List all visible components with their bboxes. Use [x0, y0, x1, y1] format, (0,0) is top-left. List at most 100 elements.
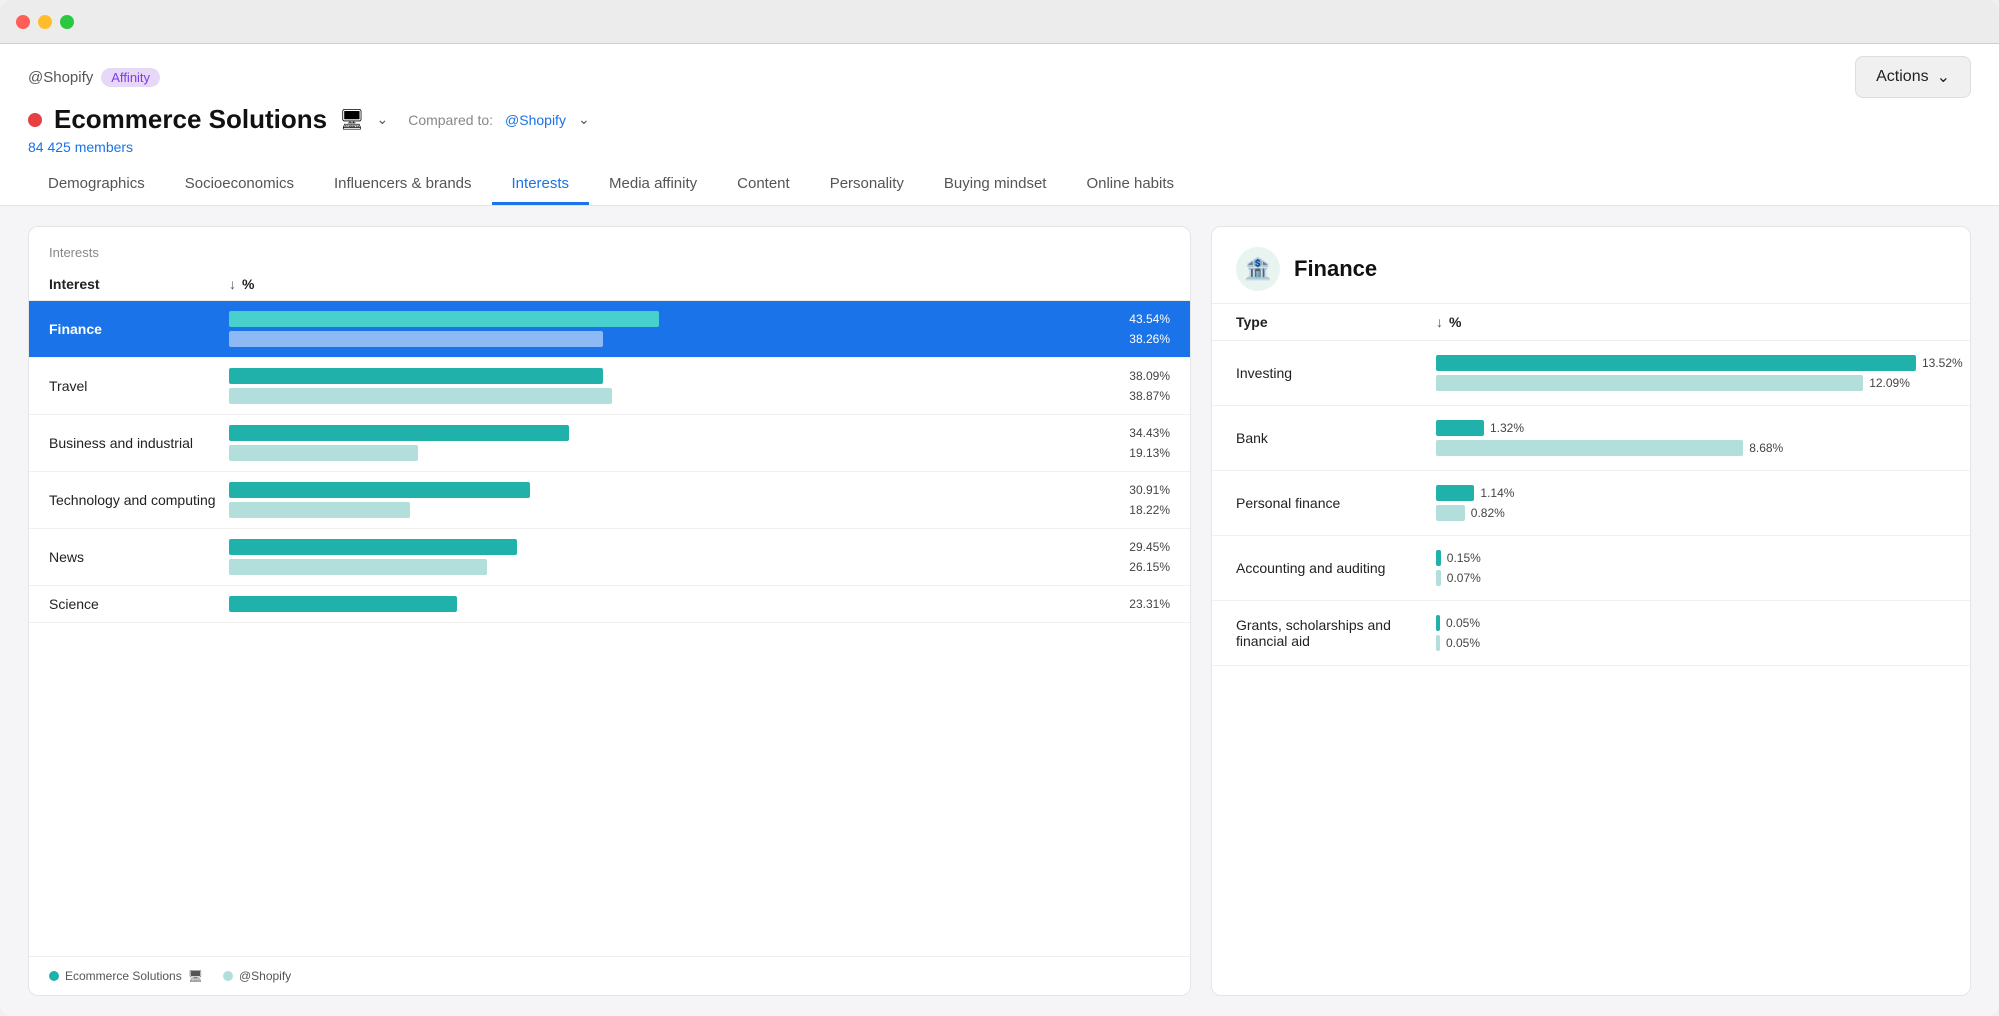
left-column-headers: Interest ↓ %: [29, 276, 1190, 301]
tab-influencers[interactable]: Influencers & brands: [314, 165, 492, 205]
tab-personality[interactable]: Personality: [810, 165, 924, 205]
left-panel-header: Interests: [29, 227, 1190, 276]
bar-value-secondary: 26.15%: [1125, 560, 1170, 574]
tab-demographics[interactable]: Demographics: [28, 165, 165, 205]
app-header: @Shopify Affinity Actions ⌄ Ecommerce So…: [0, 44, 1999, 206]
right-sort-icon[interactable]: ↓: [1436, 314, 1443, 330]
compared-chevron-icon[interactable]: ⌄: [578, 111, 590, 128]
right-bar-value-secondary: 0.07%: [1447, 571, 1492, 585]
type-label: Investing: [1236, 365, 1436, 381]
legend-row: Ecommerce Solutions 🖥 @Shopify: [29, 956, 1190, 995]
right-bar-value-primary: 0.05%: [1446, 616, 1491, 630]
right-bar-value-secondary: 0.82%: [1471, 506, 1516, 520]
tab-interests[interactable]: Interests: [492, 165, 590, 205]
breadcrumb-row: @Shopify Affinity Actions ⌄: [28, 56, 1971, 98]
right-bar-row-secondary: 0.82%: [1436, 505, 1946, 521]
bar-row-secondary: 38.26%: [229, 331, 1170, 347]
main-content: Interests Interest ↓ % Finance43.54%38.2…: [0, 206, 1999, 1016]
right-bar-fill-secondary: [1436, 570, 1441, 586]
legend-primary-label: Ecommerce Solutions: [65, 969, 182, 983]
right-bar-value-secondary: 0.05%: [1446, 636, 1491, 650]
interest-row[interactable]: Travel38.09%38.87%: [29, 358, 1190, 415]
bars-container: 38.09%38.87%: [229, 368, 1170, 404]
right-bar-row-primary: 0.05%: [1436, 615, 1946, 631]
monitor-legend-icon: 🖥: [188, 969, 203, 983]
bar-row-secondary: 19.13%: [229, 445, 1170, 461]
interest-label: News: [49, 549, 229, 565]
right-bar-value-primary: 0.15%: [1447, 551, 1492, 565]
tab-media_affinity[interactable]: Media affinity: [589, 165, 717, 205]
right-bar-value-primary: 13.52%: [1922, 356, 1967, 370]
interest-row[interactable]: Business and industrial34.43%19.13%: [29, 415, 1190, 472]
right-bar-row-primary: 13.52%: [1436, 355, 1967, 371]
right-bars-container: 0.15% 0.07%: [1436, 550, 1946, 586]
interest-row[interactable]: Finance43.54%38.26%: [29, 301, 1190, 358]
bar-fill-primary: [229, 425, 569, 441]
right-panel-header: 🏦 Finance: [1212, 227, 1970, 304]
bars-container: 34.43% 19.13%: [229, 425, 1170, 461]
right-bar-row-secondary: 12.09%: [1436, 375, 1967, 391]
compared-to-label: Compared to:: [408, 112, 493, 128]
right-bar-fill-primary: [1436, 550, 1441, 566]
title-chevron-icon[interactable]: ⌄: [376, 111, 388, 128]
bar-fill-secondary: [229, 331, 603, 347]
interests-panel: Interests Interest ↓ % Finance43.54%38.2…: [28, 226, 1191, 996]
finance-icon: 🏦: [1236, 247, 1280, 291]
titlebar: [0, 0, 1999, 44]
bar-fill-primary: [229, 539, 517, 555]
bars-container: 30.91%18.22%: [229, 482, 1170, 518]
close-button[interactable]: [16, 15, 30, 29]
minimize-button[interactable]: [38, 15, 52, 29]
legend-primary-dot: [49, 971, 59, 981]
legend-primary: Ecommerce Solutions 🖥: [49, 969, 203, 983]
bar-fill-primary: [229, 311, 659, 327]
type-row[interactable]: Bank1.32%8.68%: [1212, 406, 1970, 471]
members-count[interactable]: 84 425 members: [28, 139, 1971, 155]
title-row: Ecommerce Solutions 🖥 ⌄ Compared to: @Sh…: [28, 104, 1971, 135]
right-bar-row-secondary: 0.07%: [1436, 570, 1946, 586]
type-rows: Investing13.52%12.09%Bank1.32%8.68%Perso…: [1212, 341, 1970, 995]
tab-content[interactable]: Content: [717, 165, 810, 205]
col-interest-header: Interest: [49, 276, 229, 292]
legend-secondary-label: @Shopify: [239, 969, 291, 983]
bars-container: 23.31%: [229, 596, 1170, 612]
right-bar-value-secondary: 8.68%: [1749, 441, 1794, 455]
bar-value-secondary: 38.26%: [1125, 332, 1170, 346]
right-bar-fill-primary: [1436, 420, 1484, 436]
right-bars-container: 0.05% 0.05%: [1436, 615, 1946, 651]
interest-row[interactable]: Technology and computing30.91%18.22%: [29, 472, 1190, 529]
tab-online_habits[interactable]: Online habits: [1066, 165, 1194, 205]
right-bar-fill-primary: [1436, 615, 1440, 631]
tab-buying_mindset[interactable]: Buying mindset: [924, 165, 1067, 205]
right-bar-fill-secondary: [1436, 635, 1440, 651]
type-row[interactable]: Accounting and auditing0.15%0.07%: [1212, 536, 1970, 601]
bar-row-secondary: 26.15%: [229, 559, 1170, 575]
right-bar-value-secondary: 12.09%: [1869, 376, 1914, 390]
interest-label: Finance: [49, 321, 229, 337]
right-bar-row-primary: 1.14%: [1436, 485, 1946, 501]
right-bar-value-primary: 1.32%: [1490, 421, 1535, 435]
bar-value-secondary: 19.13%: [1125, 446, 1170, 460]
right-column-headers: Type ↓ %: [1212, 304, 1970, 341]
bar-fill-secondary: [229, 502, 410, 518]
bar-row-primary: 34.43%: [229, 425, 1170, 441]
bar-fill-primary: [229, 596, 457, 612]
maximize-button[interactable]: [60, 15, 74, 29]
interest-row[interactable]: Science23.31%: [29, 586, 1190, 623]
type-row[interactable]: Grants, scholarships and financial aid0.…: [1212, 601, 1970, 666]
interest-row[interactable]: News29.45%26.15%: [29, 529, 1190, 586]
interest-label: Travel: [49, 378, 229, 394]
compared-to-value[interactable]: @Shopify: [505, 112, 566, 128]
chevron-down-icon: ⌄: [1937, 67, 1950, 87]
type-row[interactable]: Personal finance1.14%0.82%: [1212, 471, 1970, 536]
col-type-header: Type: [1236, 314, 1436, 330]
affinity-badge: Affinity: [101, 68, 160, 87]
bar-row-primary: 38.09%: [229, 368, 1170, 384]
actions-button[interactable]: Actions ⌄: [1855, 56, 1971, 98]
tab-socioeconomics[interactable]: Socioeconomics: [165, 165, 314, 205]
monitor-icon: 🖥: [339, 107, 364, 132]
type-row[interactable]: Investing 13.52% 12.09%: [1212, 341, 1970, 406]
right-bar-row-secondary: 0.05%: [1436, 635, 1946, 651]
interest-label: Technology and computing: [49, 492, 229, 508]
sort-icon[interactable]: ↓: [229, 276, 236, 292]
